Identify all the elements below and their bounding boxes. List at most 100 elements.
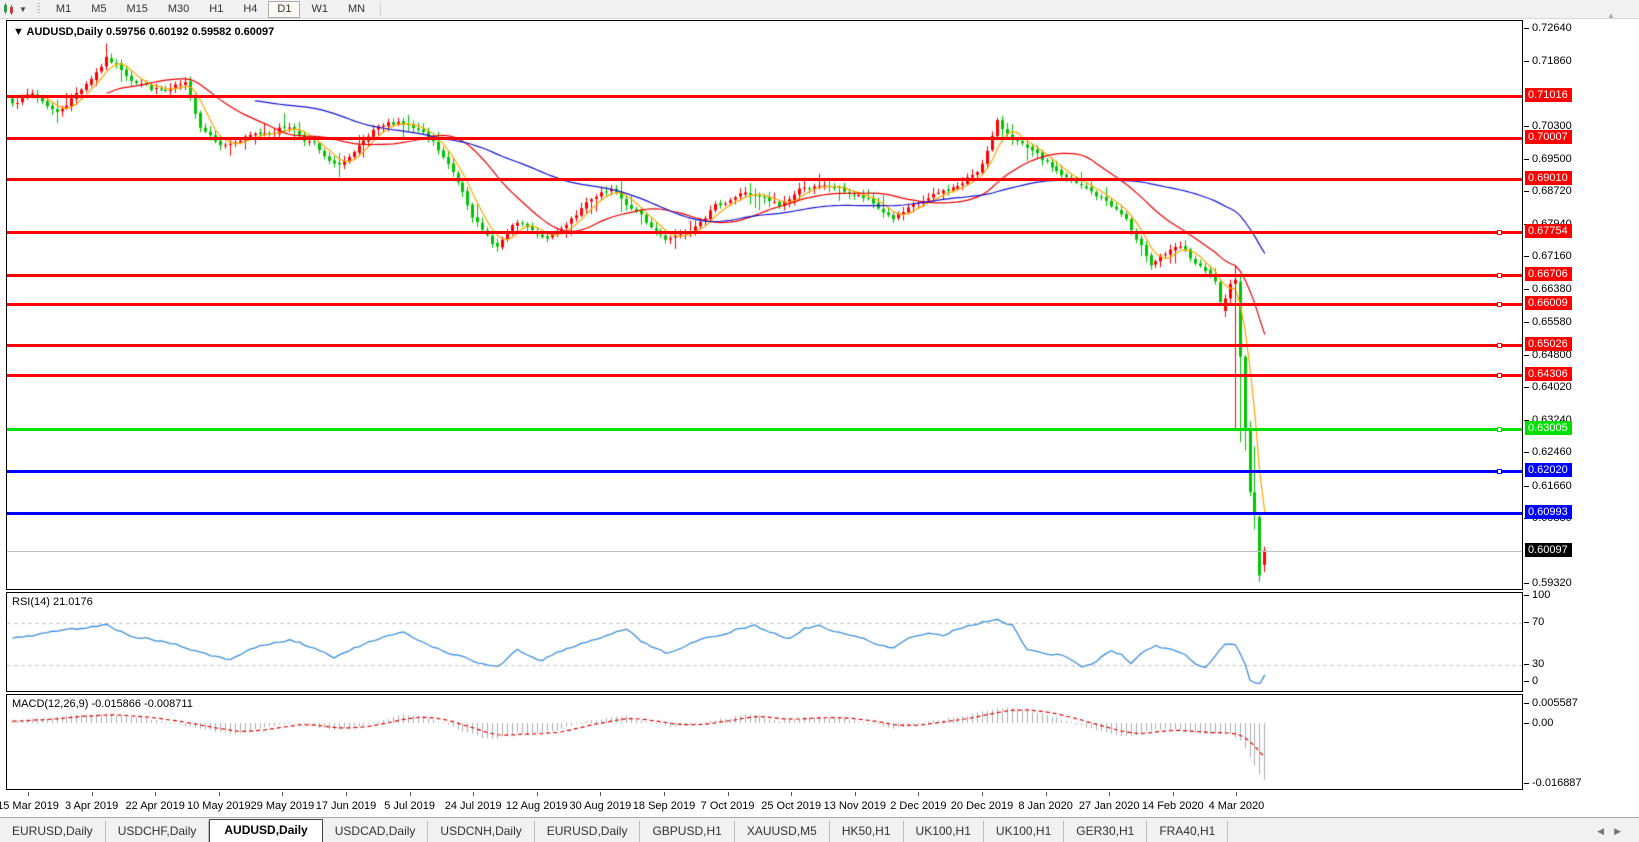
toolbar-grip[interactable]	[37, 3, 40, 15]
date-label: 10 May 2019	[187, 800, 251, 812]
date-label: 22 Apr 2019	[126, 800, 185, 812]
time-axis-tick	[92, 792, 93, 796]
macd-values: -0.015866 -0.008711	[91, 698, 192, 710]
chart-tab-usdcad-daily[interactable]: USDCAD,Daily	[323, 821, 429, 842]
price-chart-panel: ▼ AUDUSD,Daily 0.59756 0.60192 0.59582 0…	[6, 20, 1523, 590]
timeframe-button-mn[interactable]: MN	[339, 1, 374, 18]
horizontal-line-062020[interactable]	[7, 470, 1522, 473]
date-label: 20 Dec 2019	[951, 800, 1013, 812]
horizontal-line-069010[interactable]	[7, 178, 1522, 181]
price-axis-label: 0.61660	[1532, 480, 1572, 492]
date-label: 15 Mar 2019	[0, 800, 59, 812]
date-label: 27 Jan 2020	[1079, 800, 1140, 812]
line-handle[interactable]	[1497, 273, 1502, 278]
price-tag-red: 0.64306	[1525, 367, 1572, 381]
timeframe-button-m5[interactable]: M5	[82, 1, 115, 18]
price-tag-green: 0.63005	[1525, 421, 1572, 435]
chart-tab-ger30-h1[interactable]: GER30,H1	[1064, 821, 1147, 842]
date-label: 7 Oct 2019	[701, 800, 755, 812]
horizontal-line-065026[interactable]	[7, 344, 1522, 347]
line-handle[interactable]	[1497, 343, 1502, 348]
horizontal-line-070007[interactable]	[7, 137, 1522, 140]
horizontal-line-current[interactable]	[7, 551, 1522, 552]
time-axis-tick	[1109, 792, 1110, 796]
time-axis-tick	[664, 792, 665, 796]
timeframe-button-m1[interactable]: M1	[47, 1, 80, 18]
price-tag-red: 0.66009	[1525, 296, 1572, 310]
chart-tab-hk50-h1[interactable]: HK50,H1	[830, 821, 904, 842]
price-tag-red: 0.71016	[1525, 88, 1572, 102]
line-handle[interactable]	[1497, 469, 1502, 474]
price-axis-label: 0.71860	[1532, 55, 1572, 67]
axis-tick	[1524, 289, 1529, 290]
chart-tab-usdcnh-daily[interactable]: USDCNH,Daily	[428, 821, 534, 842]
axis-tick	[1524, 595, 1529, 596]
timeframe-button-m15[interactable]: M15	[117, 1, 156, 18]
horizontal-line-066009[interactable]	[7, 303, 1522, 306]
chart-tab-gbpusd-h1[interactable]: GBPUSD,H1	[640, 821, 734, 842]
rsi-axis-label: 70	[1532, 616, 1544, 628]
time-axis-tick	[155, 792, 156, 796]
timeframe-button-w1[interactable]: W1	[302, 1, 337, 18]
macd-axis-label: 0.00	[1532, 717, 1553, 729]
ohlc-toggle-caret[interactable]: ▼	[13, 26, 24, 38]
chart-tab-eurusd-daily[interactable]: EURUSD,Daily	[0, 821, 106, 842]
scroll-up-icon[interactable]: ▲	[1607, 11, 1615, 20]
horizontal-line-066706[interactable]	[7, 274, 1522, 277]
chart-tab-uk100-h1[interactable]: UK100,H1	[984, 821, 1064, 842]
time-axis-tick	[918, 792, 919, 796]
chart-ohlc-values: 0.59756 0.60192 0.59582 0.60097	[106, 26, 274, 38]
time-axis-tick	[346, 792, 347, 796]
chart-tab-xauusd-m5[interactable]: XAUUSD,M5	[735, 821, 830, 842]
tab-scroll-arrows[interactable]: ◀▶	[1597, 826, 1631, 837]
axis-tick	[1524, 322, 1529, 323]
axis-tick	[1524, 723, 1529, 724]
timeframe-button-h1[interactable]: H1	[200, 1, 232, 18]
chevron-down-icon[interactable]: ▼	[19, 5, 27, 14]
price-tag-red: 0.65026	[1525, 337, 1572, 351]
chart-tab-audusd-daily[interactable]: AUDUSD,Daily	[209, 819, 322, 842]
line-handle[interactable]	[1497, 302, 1502, 307]
time-axis-tick	[1173, 792, 1174, 796]
current-price-tag: 0.60097	[1525, 543, 1572, 557]
price-tag-red: 0.66706	[1525, 267, 1572, 281]
horizontal-line-067754[interactable]	[7, 231, 1522, 234]
price-tag-blue: 0.60993	[1525, 505, 1572, 519]
time-axis-tick	[728, 792, 729, 796]
axis-tick	[1524, 355, 1529, 356]
macd-label: MACD(12,26,9) -0.015866 -0.008711	[12, 698, 193, 710]
macd-panel: MACD(12,26,9) -0.015866 -0.008711	[6, 694, 1523, 790]
line-handle[interactable]	[1497, 373, 1502, 378]
horizontal-line-064306[interactable]	[7, 374, 1522, 377]
axis-tick	[1524, 664, 1529, 665]
date-label: 12 Aug 2019	[506, 800, 568, 812]
candlestick-chart-icon[interactable]	[2, 2, 18, 16]
horizontal-line-071016[interactable]	[7, 95, 1522, 98]
date-label: 2 Dec 2019	[890, 800, 946, 812]
macd-canvas[interactable]	[7, 695, 1522, 789]
line-handle[interactable]	[1497, 427, 1502, 432]
axis-tick	[1524, 622, 1529, 623]
price-axis[interactable]: 0.710160.700070.690100.677540.667060.660…	[1524, 0, 1639, 842]
price-axis-label: 0.59320	[1532, 577, 1572, 589]
time-axis[interactable]: 15 Mar 20193 Apr 201922 Apr 201910 May 2…	[6, 792, 1524, 816]
timeframe-button-d1[interactable]: D1	[268, 1, 300, 18]
timeframe-buttons: M1M5M15M30H1H4D1W1MN	[46, 1, 375, 18]
chart-tab-fra40-h1[interactable]: FRA40,H1	[1147, 821, 1228, 842]
chart-tab-eurusd-daily[interactable]: EURUSD,Daily	[535, 821, 641, 842]
horizontal-line-063005[interactable]	[7, 428, 1522, 431]
chart-tab-uk100-h1[interactable]: UK100,H1	[904, 821, 984, 842]
chart-title: ▼ AUDUSD,Daily 0.59756 0.60192 0.59582 0…	[13, 26, 274, 38]
date-label: 13 Nov 2019	[824, 800, 886, 812]
rsi-canvas[interactable]	[7, 593, 1522, 691]
horizontal-line-060993[interactable]	[7, 512, 1522, 515]
axis-tick	[1524, 28, 1529, 29]
timeframe-button-m30[interactable]: M30	[159, 1, 198, 18]
time-axis-tick	[28, 792, 29, 796]
date-label: 24 Jul 2019	[445, 800, 502, 812]
axis-tick	[1524, 486, 1529, 487]
line-handle[interactable]	[1497, 230, 1502, 235]
chart-tab-usdchf-daily[interactable]: USDCHF,Daily	[106, 821, 210, 842]
axis-tick	[1524, 783, 1529, 784]
timeframe-button-h4[interactable]: H4	[234, 1, 266, 18]
